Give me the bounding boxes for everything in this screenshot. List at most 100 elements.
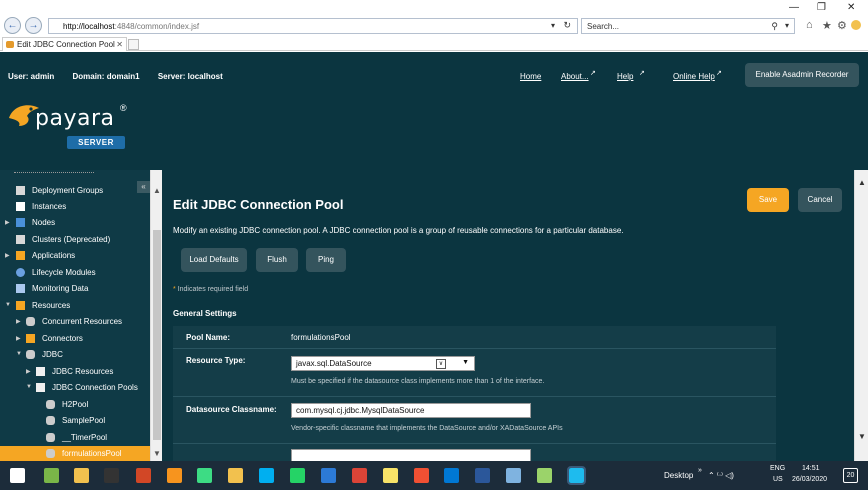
desktop-label[interactable]: Desktop xyxy=(664,471,693,480)
tree-item-clusters[interactable]: Clusters (Deprecated) xyxy=(0,232,150,248)
favorites-icon[interactable]: ★ xyxy=(822,19,832,32)
collapse-icon[interactable]: ▼ xyxy=(5,302,11,308)
home-icon[interactable]: ⌂ xyxy=(806,19,813,31)
search-dropdown-icon[interactable]: ▾ xyxy=(785,21,789,30)
scroll-up-icon[interactable]: ▲ xyxy=(153,186,161,195)
ping-button[interactable]: Ping xyxy=(306,248,346,272)
collapse-icon[interactable]: ▼ xyxy=(16,351,22,357)
powerpoint-icon[interactable] xyxy=(136,468,151,483)
chevron-down-icon[interactable]: ∨ xyxy=(436,359,446,369)
notifications-icon[interactable]: 20 xyxy=(843,468,858,483)
tree-item-timerpool[interactable]: __TimerPool xyxy=(0,430,150,446)
application-icon xyxy=(16,251,25,260)
chevron-icon[interactable]: » xyxy=(698,467,702,474)
collapse-icon[interactable]: ▼ xyxy=(26,384,32,390)
word-icon[interactable] xyxy=(475,468,490,483)
scrolled-item-edge xyxy=(14,172,94,175)
tree-item-samplepool[interactable]: SamplePool xyxy=(0,413,150,429)
expand-icon[interactable]: ▶ xyxy=(16,318,21,325)
datasource-classname-help: Vendor-specific classname that implement… xyxy=(291,425,563,432)
home-link[interactable]: Home xyxy=(520,72,541,81)
cluster-icon xyxy=(16,235,25,244)
windows-start-icon[interactable] xyxy=(10,468,25,483)
app-v-icon[interactable] xyxy=(44,468,59,483)
android-icon[interactable] xyxy=(197,468,212,483)
online-help-link[interactable]: Online Help xyxy=(673,72,715,81)
expand-icon[interactable]: ▶ xyxy=(5,252,10,259)
tree-item-lifecycle-modules[interactable]: Lifecycle Modules xyxy=(0,265,150,281)
resource-type-select[interactable]: javax.sql.DataSource ∨ ▼ xyxy=(291,356,475,371)
chrome-icon[interactable] xyxy=(352,468,367,483)
folder-icon[interactable] xyxy=(228,468,243,483)
tree-item-applications[interactable]: ▶ Applications xyxy=(0,248,150,264)
tree-item-jdbc-resources[interactable]: ▶ JDBC Resources xyxy=(0,364,150,380)
refresh-icon[interactable]: ↻ xyxy=(563,20,571,31)
scroll-up-icon[interactable]: ▲ xyxy=(858,178,866,187)
network-icon[interactable] xyxy=(506,468,521,483)
tree-item-concurrent-resources[interactable]: ▶ Concurrent Resources xyxy=(0,314,150,330)
language-bottom[interactable]: US xyxy=(773,476,783,483)
flush-button[interactable]: Flush xyxy=(256,248,298,272)
scrollbar-thumb[interactable] xyxy=(153,230,161,440)
tree-item-connectors[interactable]: ▶ Connectors xyxy=(0,331,150,347)
about-link[interactable]: About... xyxy=(561,72,589,81)
eclipse-icon[interactable] xyxy=(167,468,182,483)
expand-icon[interactable]: ▶ xyxy=(16,335,21,342)
outlook-icon[interactable] xyxy=(444,468,459,483)
tree-item-formulationspool[interactable]: formulationsPool xyxy=(0,446,150,461)
dropdown-arrow-icon[interactable]: ▼ xyxy=(462,359,469,366)
help-link[interactable]: Help xyxy=(617,72,633,81)
tree-item-monitoring-data[interactable]: Monitoring Data xyxy=(0,281,150,297)
file-explorer-icon[interactable] xyxy=(74,468,89,483)
forward-icon[interactable]: → xyxy=(25,17,42,34)
whatsapp-icon[interactable] xyxy=(290,468,305,483)
driver-classname-input[interactable] xyxy=(291,449,531,461)
tree-item-resources[interactable]: ▼ Resources xyxy=(0,298,150,314)
expand-icon[interactable]: ▶ xyxy=(5,219,10,226)
navigation-tree: Deployment Groups Instances ▶ Nodes Clus… xyxy=(0,170,150,461)
server-label: Server: localhost xyxy=(157,72,223,81)
cancel-button[interactable]: Cancel xyxy=(798,188,842,212)
restore-icon[interactable]: ❐ xyxy=(817,2,826,13)
back-icon[interactable]: ← xyxy=(4,17,21,34)
clock-date[interactable]: 26/03/2020 xyxy=(792,476,827,483)
settings-icon[interactable]: ⚙ xyxy=(837,19,847,32)
language-top[interactable]: ENG xyxy=(770,465,785,472)
enable-asadmin-recorder-button[interactable]: Enable Asadmin Recorder xyxy=(745,63,859,87)
vs-code-icon[interactable] xyxy=(321,468,336,483)
save-button[interactable]: Save xyxy=(747,188,789,212)
internet-explorer-icon[interactable] xyxy=(567,466,586,485)
datasource-classname-input[interactable]: com.mysql.cj.jdbc.MysqlDataSource xyxy=(291,403,531,418)
smiley-icon[interactable] xyxy=(851,20,861,30)
expand-icon[interactable]: ▶ xyxy=(26,368,31,375)
tree-item-deployment-groups[interactable]: Deployment Groups xyxy=(0,183,150,199)
tab-edit-jdbc[interactable]: Edit JDBC Connection Pool ✕ xyxy=(2,37,127,51)
tree-item-jdbc[interactable]: ▼ JDBC xyxy=(0,347,150,363)
close-tab-icon[interactable]: ✕ xyxy=(116,40,123,49)
tree-item-instances[interactable]: Instances xyxy=(0,199,150,215)
scroll-down-icon[interactable]: ▼ xyxy=(858,432,866,441)
search-input[interactable]: Search... ⚲ ▾ xyxy=(581,18,795,34)
sticky-notes-icon[interactable] xyxy=(383,468,398,483)
git-icon[interactable] xyxy=(414,468,429,483)
tree-item-jdbc-connection-pools[interactable]: ▼ JDBC Connection Pools xyxy=(0,380,150,396)
load-defaults-button[interactable]: Load Defaults xyxy=(181,248,247,272)
address-bar[interactable]: http://localhost:4848/common/index.jsf ▾… xyxy=(48,18,578,34)
main-scrollbar[interactable]: ▲ ▼ xyxy=(854,170,868,461)
tree-item-h2pool[interactable]: H2Pool xyxy=(0,397,150,413)
tree-item-nodes[interactable]: ▶ Nodes xyxy=(0,215,150,231)
terminal-icon[interactable] xyxy=(104,468,119,483)
notepad-icon[interactable] xyxy=(537,468,552,483)
dropdown-icon[interactable]: ▾ xyxy=(551,21,555,30)
system-tray-icons[interactable]: ⌃ ⁽ᐧ⁾ ◁) xyxy=(708,471,734,480)
clock-time[interactable]: 14:51 xyxy=(802,465,820,472)
collapse-sidebar-button[interactable]: « xyxy=(137,181,150,193)
new-tab-button[interactable] xyxy=(128,39,139,50)
search-icon[interactable]: ⚲ xyxy=(771,21,778,32)
minimize-icon[interactable]: — xyxy=(789,2,799,13)
scroll-down-icon[interactable]: ▼ xyxy=(153,449,161,458)
sidebar-scrollbar[interactable]: ▲ ▼ xyxy=(150,170,162,461)
skype-icon[interactable] xyxy=(259,468,274,483)
close-window-icon[interactable]: ✕ xyxy=(847,2,855,13)
folder-icon xyxy=(36,383,45,392)
